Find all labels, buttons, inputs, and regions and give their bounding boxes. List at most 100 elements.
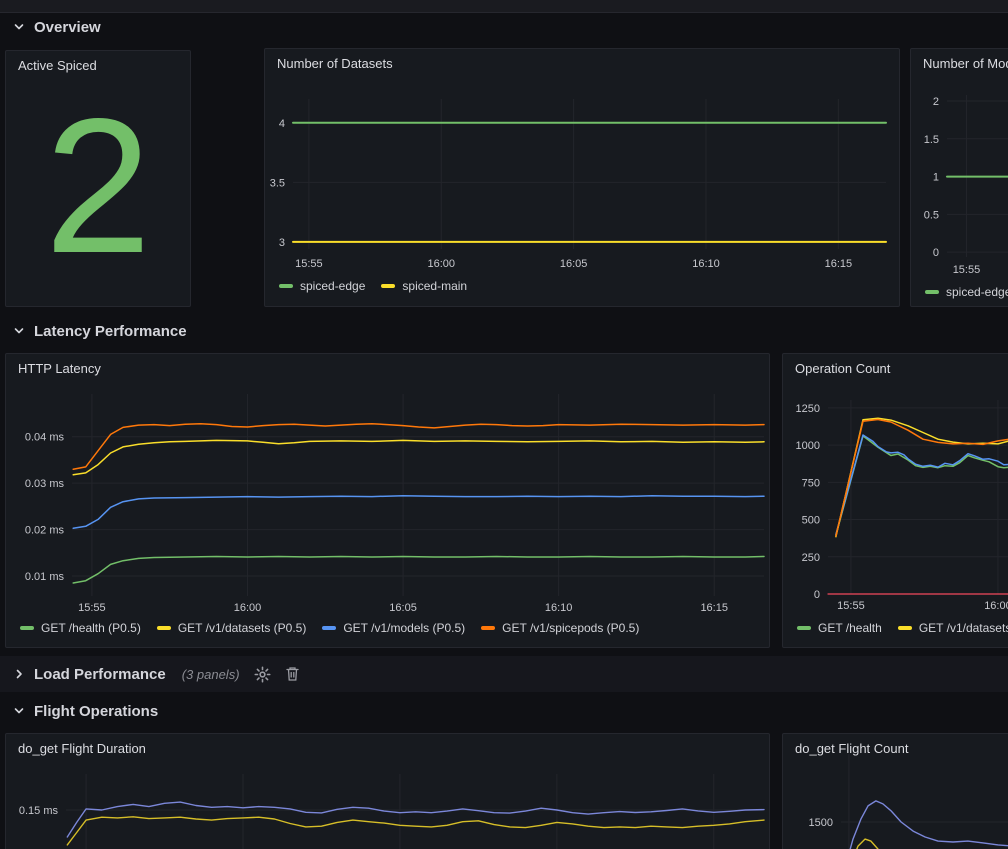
chart-legend: spiced-edge spiced-main [279, 279, 467, 293]
panel-title[interactable]: Number of Datasets [277, 56, 393, 71]
panel-number-of-datasets: Number of Datasets 4 3.5 3 15:55 16:00 16:05 1… [264, 48, 900, 307]
section-label: Load Performance [34, 666, 166, 683]
legend-color-chip [381, 284, 395, 288]
svg-text:15:55: 15:55 [837, 600, 865, 612]
row-delete-button[interactable] [285, 666, 300, 682]
section-latency-performance[interactable]: Latency Performance [13, 319, 187, 343]
svg-text:2: 2 [933, 96, 939, 108]
svg-text:0: 0 [933, 247, 939, 259]
svg-text:3: 3 [279, 237, 285, 249]
grafana-dashboard: Overview Active Spiced 2 Number of Datas… [0, 0, 1008, 849]
section-load-performance[interactable]: Load Performance (3 panels) [0, 656, 1008, 692]
svg-text:16:05: 16:05 [560, 258, 588, 270]
section-label: Flight Operations [34, 703, 158, 720]
section-label: Latency Performance [34, 323, 187, 340]
svg-text:3.5: 3.5 [270, 177, 285, 189]
legend-color-chip [157, 626, 171, 630]
legend-item[interactable]: GET /v1/datasets (P0.5) [157, 621, 307, 635]
chart-number-of-models[interactable]: 2 1.5 1 0.5 0 15:55 [911, 49, 1008, 307]
svg-text:15:55: 15:55 [78, 602, 106, 614]
svg-text:16:05: 16:05 [389, 602, 417, 614]
svg-text:16:10: 16:10 [545, 602, 573, 614]
legend-item[interactable]: GET /v1/datasets [898, 621, 1008, 635]
svg-text:0.15 ms: 0.15 ms [19, 805, 59, 817]
svg-text:16:10: 16:10 [692, 258, 720, 270]
legend-color-chip [322, 626, 336, 630]
panel-do-get-flight-duration: do_get Flight Duration 0.15 ms [5, 733, 770, 849]
panel-operation-count: Operation Count 12501000750500250015:551… [782, 353, 1008, 648]
chart-legend: spiced-edge [925, 285, 1008, 299]
legend-label: GET /v1/datasets (P0.5) [178, 621, 307, 635]
legend-label: GET /health (P0.5) [41, 621, 141, 635]
legend-label: spiced-main [402, 279, 467, 293]
svg-text:750: 750 [802, 477, 820, 489]
panel-title[interactable]: do_get Flight Duration [18, 741, 146, 756]
svg-text:15:55: 15:55 [953, 264, 981, 276]
chart-legend: GET /health GET /v1/datasets [797, 621, 1008, 635]
legend-label: GET /v1/spicepods (P0.5) [502, 621, 639, 635]
svg-text:500: 500 [802, 515, 820, 527]
svg-text:16:00: 16:00 [234, 602, 262, 614]
svg-text:16:15: 16:15 [825, 258, 853, 270]
panel-do-get-flight-count: do_get Flight Count 1500 [782, 733, 1008, 849]
svg-text:15:55: 15:55 [295, 258, 323, 270]
chart-http-latency[interactable]: 0.04 ms 0.03 ms 0.02 ms 0.01 ms 15:55 16:00 16… [6, 354, 770, 648]
legend-label: GET /v1/datasets [919, 621, 1008, 635]
section-label: Overview [34, 19, 101, 36]
chart-number-of-datasets[interactable]: 4 3.5 3 15:55 16:00 16:05 16:10 16:15 [265, 49, 900, 307]
legend-item[interactable]: spiced-edge [925, 285, 1008, 299]
chevron-down-icon [13, 705, 25, 717]
section-flight-operations[interactable]: Flight Operations [13, 699, 158, 723]
legend-item[interactable]: GET /v1/models (P0.5) [322, 621, 465, 635]
gear-icon [254, 666, 271, 683]
panel-title[interactable]: Number of Models [923, 56, 1008, 71]
top-toolbar [0, 0, 1008, 13]
svg-text:250: 250 [802, 552, 820, 564]
chart-operation-count[interactable]: 1250 1000 750 500 250 0 15:55 16:00 [783, 354, 1008, 648]
panel-number-of-models: Number of Models 2 1.5 1 0.5 0 15:55 spiced-e… [910, 48, 1008, 307]
legend-item[interactable]: GET /health [797, 621, 882, 635]
svg-text:16:15: 16:15 [700, 602, 728, 614]
section-overview[interactable]: Overview [13, 15, 101, 39]
svg-text:0.03 ms: 0.03 ms [25, 478, 65, 490]
svg-text:0.5: 0.5 [924, 209, 939, 221]
stat-value: 2 [6, 65, 190, 306]
svg-text:0: 0 [814, 589, 820, 601]
chevron-down-icon [13, 21, 25, 33]
legend-color-chip [797, 626, 811, 630]
legend-item[interactable]: spiced-main [381, 279, 467, 293]
panel-http-latency: HTTP Latency 0.04 ms 0.03 ms 0.02 ms 0.01 m… [5, 353, 770, 648]
trash-icon [285, 666, 300, 682]
legend-color-chip [20, 626, 34, 630]
row-settings-button[interactable] [254, 666, 271, 683]
legend-item[interactable]: spiced-edge [279, 279, 365, 293]
svg-text:0.04 ms: 0.04 ms [25, 432, 65, 444]
chart-legend: GET /health (P0.5) GET /v1/datasets (P0.5… [20, 621, 639, 635]
legend-color-chip [279, 284, 293, 288]
svg-text:4: 4 [279, 118, 285, 130]
svg-text:1000: 1000 [796, 440, 820, 452]
panel-title[interactable]: do_get Flight Count [795, 741, 908, 756]
svg-text:1: 1 [933, 172, 939, 184]
legend-label: GET /v1/models (P0.5) [343, 621, 465, 635]
legend-label: spiced-edge [946, 285, 1008, 299]
svg-text:1500: 1500 [809, 817, 833, 829]
chevron-right-icon [13, 668, 25, 680]
legend-color-chip [481, 626, 495, 630]
panel-count-badge: (3 panels) [182, 667, 240, 682]
legend-label: spiced-edge [300, 279, 365, 293]
legend-label: GET /health [818, 621, 882, 635]
svg-text:1250: 1250 [796, 403, 820, 415]
panel-active-spiced: Active Spiced 2 [5, 50, 191, 307]
panel-title[interactable]: Active Spiced [18, 58, 97, 73]
legend-item[interactable]: GET /health (P0.5) [20, 621, 141, 635]
legend-color-chip [925, 290, 939, 294]
panel-title[interactable]: HTTP Latency [18, 361, 101, 376]
svg-text:16:00: 16:00 [984, 600, 1008, 612]
svg-text:16:00: 16:00 [427, 258, 455, 270]
legend-item[interactable]: GET /v1/spicepods (P0.5) [481, 621, 639, 635]
svg-text:1.5: 1.5 [924, 134, 939, 146]
panel-title[interactable]: Operation Count [795, 361, 890, 376]
svg-text:0.02 ms: 0.02 ms [25, 525, 65, 537]
svg-text:0.01 ms: 0.01 ms [25, 571, 65, 583]
